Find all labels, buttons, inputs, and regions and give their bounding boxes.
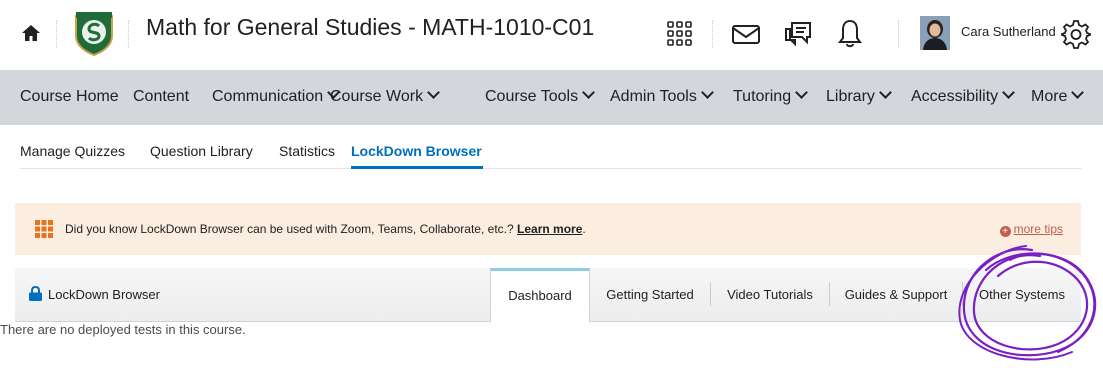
- user-name[interactable]: Cara Sutherland: [961, 24, 1056, 39]
- school-logo[interactable]: [72, 10, 116, 57]
- active-subtab-indicator: [351, 166, 483, 169]
- nav-more[interactable]: More: [1031, 86, 1085, 106]
- subtab-divider: [20, 168, 1082, 169]
- nav-course-work[interactable]: Course Work: [330, 86, 440, 106]
- course-navbar: Course Home Content Communication Course…: [0, 70, 1103, 125]
- chevron-down-icon: [1071, 86, 1085, 99]
- tip-banner: Did you know LockDown Browser can be use…: [15, 203, 1081, 255]
- tip-suffix: .: [582, 222, 586, 236]
- apps-grid-icon[interactable]: [664, 18, 696, 50]
- subtab-lockdown-browser[interactable]: LockDown Browser: [351, 143, 482, 159]
- more-tips-label: more tips: [1013, 222, 1063, 236]
- gear-icon[interactable]: [1060, 18, 1092, 50]
- panel-title-label: LockDown Browser: [48, 287, 160, 302]
- more-tips-link[interactable]: + more tips: [999, 222, 1063, 237]
- tip-text: Did you know LockDown Browser can be use…: [65, 222, 586, 236]
- home-icon[interactable]: [20, 22, 42, 44]
- lock-icon: [29, 285, 42, 301]
- header-divider: [128, 20, 129, 48]
- nav-accessibility[interactable]: Accessibility: [911, 86, 1016, 106]
- tab-video-tutorials[interactable]: Video Tutorials: [711, 268, 829, 321]
- tip-message: Did you know LockDown Browser can be use…: [65, 222, 514, 236]
- mail-icon[interactable]: [730, 18, 762, 50]
- tab-other-systems[interactable]: Other Systems: [963, 268, 1081, 321]
- plus-circle-icon: +: [999, 226, 1011, 237]
- empty-state-message: There are no deployed tests in this cour…: [0, 322, 246, 337]
- chevron-down-icon: [427, 86, 440, 99]
- learn-more-link[interactable]: Learn more: [517, 222, 582, 236]
- subtab-manage-quizzes[interactable]: Manage Quizzes: [20, 143, 125, 159]
- tab-guides-support[interactable]: Guides & Support: [830, 268, 962, 321]
- header-divider: [898, 20, 899, 48]
- header-divider: [56, 20, 57, 48]
- lockdown-panel: LockDown Browser Dashboard Getting Start…: [15, 268, 1081, 322]
- nav-tutoring[interactable]: Tutoring: [733, 86, 808, 106]
- subtab-question-library[interactable]: Question Library: [150, 143, 253, 159]
- nav-library[interactable]: Library: [826, 86, 892, 106]
- top-header: Math for General Studies - MATH-1010-C01: [0, 0, 1103, 68]
- chevron-down-icon: [700, 86, 714, 99]
- subtab-statistics[interactable]: Statistics: [279, 143, 335, 159]
- nav-communication[interactable]: Communication: [212, 86, 341, 106]
- tab-dashboard[interactable]: Dashboard: [490, 268, 590, 322]
- chevron-down-icon: [795, 86, 808, 99]
- nav-content[interactable]: Content: [133, 88, 189, 106]
- header-divider: [712, 20, 713, 48]
- chevron-down-icon: [879, 86, 892, 99]
- tip-grid-icon: [35, 220, 53, 238]
- nav-course-tools[interactable]: Course Tools: [485, 86, 595, 106]
- nav-admin-tools[interactable]: Admin Tools: [610, 86, 714, 106]
- chevron-down-icon: [582, 86, 595, 99]
- panel-title: LockDown Browser: [29, 285, 160, 302]
- chevron-down-icon: [1002, 86, 1016, 99]
- tab-getting-started[interactable]: Getting Started: [590, 268, 710, 321]
- bell-icon[interactable]: [834, 18, 866, 50]
- chat-icon[interactable]: [782, 18, 814, 50]
- nav-course-home[interactable]: Course Home: [20, 88, 119, 106]
- avatar[interactable]: [920, 16, 950, 50]
- course-title[interactable]: Math for General Studies - MATH-1010-C01: [146, 14, 594, 41]
